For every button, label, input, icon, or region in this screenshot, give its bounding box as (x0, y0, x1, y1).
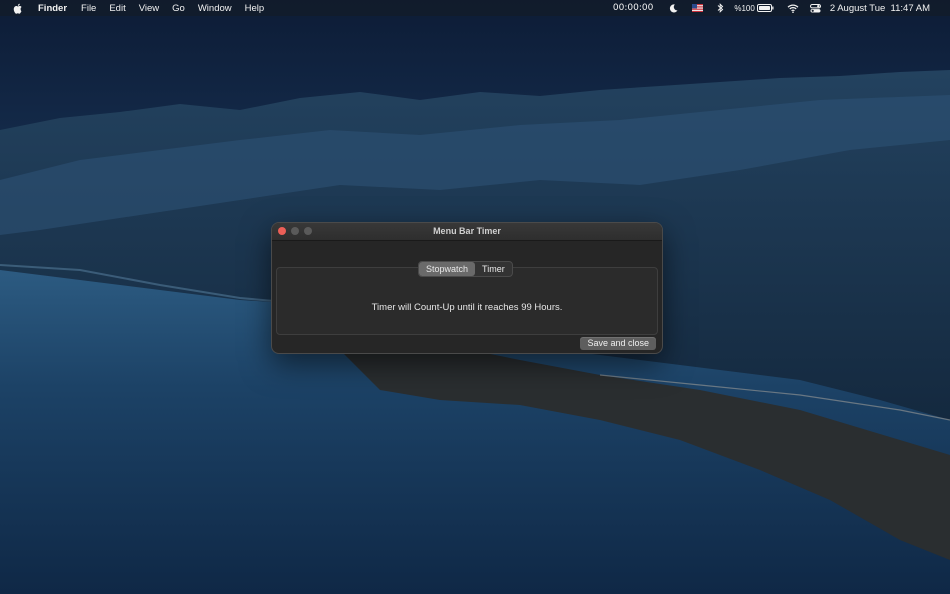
menubar-timer[interactable]: 00:00:00 (613, 3, 653, 13)
window-titlebar[interactable]: Menu Bar Timer (272, 223, 662, 241)
tab-panel: Timer will Count-Up until it reaches 99 … (276, 267, 658, 335)
tab-timer[interactable]: Timer (475, 262, 512, 276)
window-title: Menu Bar Timer (433, 226, 501, 236)
battery-icon (756, 4, 774, 12)
wifi-icon[interactable] (787, 4, 799, 13)
battery-percent: %100 (734, 3, 755, 13)
desktop: Finder File Edit View Go Window Help 00:… (0, 0, 950, 594)
apple-logo-icon[interactable] (13, 3, 23, 14)
bluetooth-icon[interactable] (717, 3, 724, 13)
menu-window[interactable]: Window (198, 3, 232, 14)
us-flag-icon[interactable] (692, 4, 704, 12)
control-center-icon[interactable] (809, 3, 821, 13)
menu-finder[interactable]: Finder (38, 3, 67, 14)
menu-file[interactable]: File (81, 3, 96, 14)
menu-bar-timer-window: Menu Bar Timer Stopwatch Timer Timer wil… (271, 222, 663, 354)
menu-edit[interactable]: Edit (109, 3, 125, 14)
menu-view[interactable]: View (139, 3, 159, 14)
battery-status[interactable]: %100 (734, 3, 774, 13)
tab-stopwatch[interactable]: Stopwatch (419, 262, 476, 276)
window-content: Stopwatch Timer Timer will Count-Up unti… (272, 241, 662, 353)
menu-go[interactable]: Go (172, 3, 185, 14)
info-message: Timer will Count-Up until it reaches 99 … (371, 302, 563, 313)
menu-bar: Finder File Edit View Go Window Help 00:… (0, 0, 950, 16)
mode-segmented-control: Stopwatch Timer (418, 261, 513, 277)
moon-icon[interactable] (669, 3, 678, 13)
menu-help[interactable]: Help (245, 3, 265, 14)
date-time[interactable]: 2 August Tue 11:47 AM (830, 3, 930, 14)
save-and-close-button[interactable]: Save and close (580, 337, 656, 350)
